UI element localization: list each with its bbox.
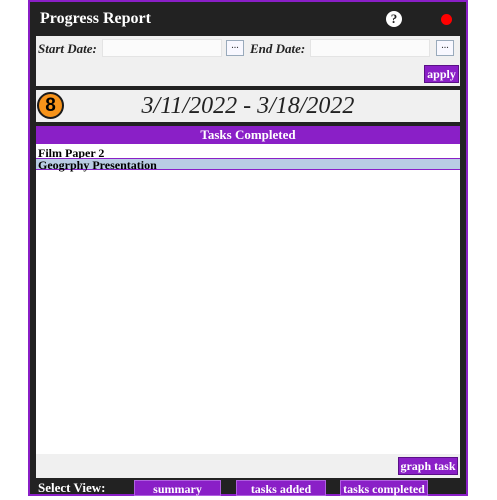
apply-button[interactable]: apply [424, 65, 459, 83]
graph-task-button[interactable]: graph task [398, 457, 458, 475]
window-title: Progress Report [40, 10, 151, 27]
start-date-label: Start Date: [38, 41, 97, 56]
help-icon[interactable]: ? [386, 11, 402, 27]
end-date-picker-button[interactable]: ... [436, 40, 454, 56]
date-filter-panel: Start Date: ... End Date: ... apply [36, 36, 460, 86]
end-date-field[interactable] [310, 39, 430, 57]
title-bar: Progress Report ? [30, 2, 466, 36]
end-date-label: End Date: [250, 41, 306, 56]
view-selector: Select View: summary tasks added tasks c… [30, 480, 466, 496]
tasks-list-header: Tasks Completed [36, 126, 460, 144]
tasks-completed-list: Tasks Completed Film Paper 2 Geogrphy Pr… [36, 126, 460, 454]
select-view-label: Select View: [38, 480, 106, 495]
tasks-completed-view-button[interactable]: tasks completed [340, 480, 428, 496]
period-header: 8 3/11/2022 - 3/18/2022 [36, 90, 460, 122]
graph-toolbar: graph task [36, 454, 460, 478]
list-item[interactable]: Geogrphy Presentation [36, 158, 460, 171]
date-range-title: 3/11/2022 - 3/18/2022 [141, 93, 355, 119]
progress-report-window: Progress Report ? Start Date: ... End Da… [28, 0, 468, 496]
start-date-picker-button[interactable]: ... [226, 40, 244, 56]
summary-view-button[interactable]: summary [134, 480, 221, 496]
tasks-added-view-button[interactable]: tasks added [236, 480, 326, 496]
start-date-field[interactable] [102, 39, 222, 57]
close-icon[interactable] [441, 14, 452, 25]
